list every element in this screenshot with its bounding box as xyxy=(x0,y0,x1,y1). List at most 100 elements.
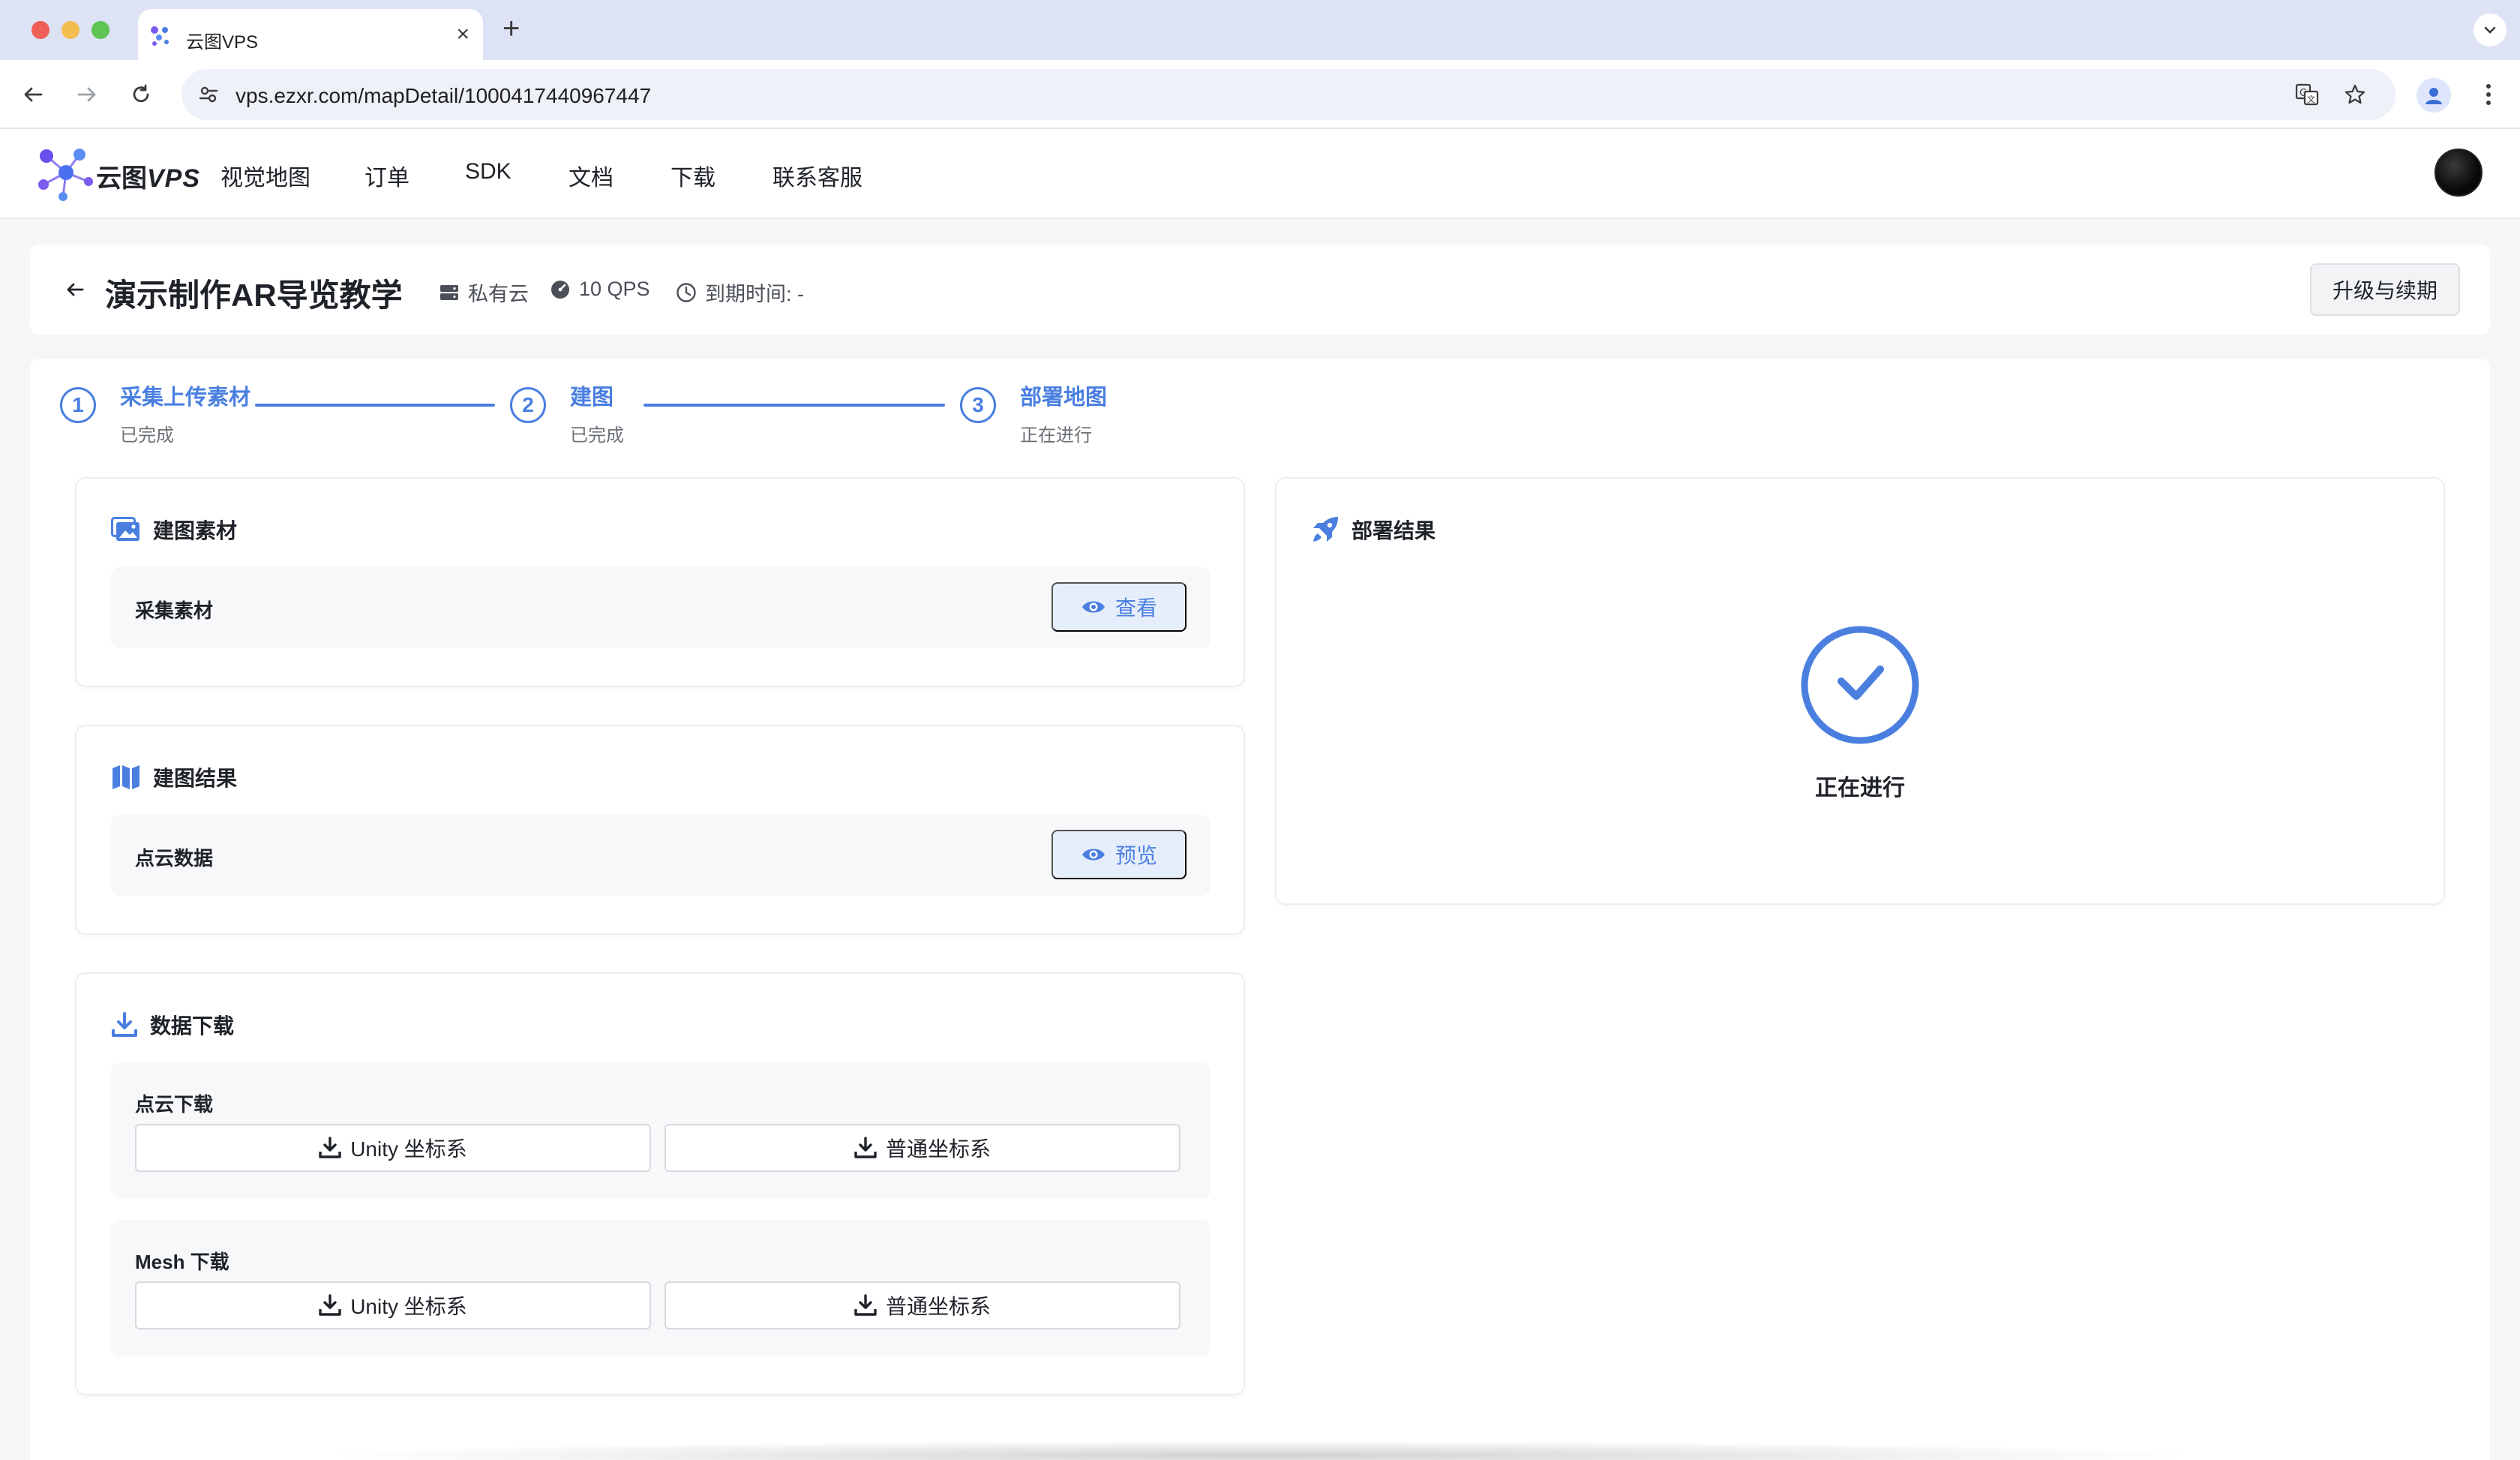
logo-icon[interactable] xyxy=(33,143,98,206)
downloads-header: 数据下载 xyxy=(111,1010,234,1040)
nav-docs[interactable]: 文档 xyxy=(568,159,614,192)
logo-text-cn: 云图 xyxy=(96,164,147,193)
map-title-card: 返回 演示制作AR导览教学 私有云 10 QPS 到期时间: - 升级与续期 xyxy=(30,245,2490,335)
nav-contact-support[interactable]: 联系客服 xyxy=(772,159,862,192)
materials-title: 建图素材 xyxy=(153,519,238,542)
close-window-button[interactable] xyxy=(32,21,50,39)
point-cloud-standard-label: 普通坐标系 xyxy=(885,1137,991,1161)
step-1-status: 已完成 xyxy=(120,425,174,446)
qps-badge: 10 QPS xyxy=(549,278,650,301)
url-text: vps.ezxr.com/mapDetail/1000417440967447 xyxy=(236,84,652,107)
nav-download[interactable]: 下载 xyxy=(670,159,716,192)
point-cloud-standard-download-button[interactable]: 普通坐标系 xyxy=(664,1124,1180,1172)
cloud-type-badge: 私有云 xyxy=(438,278,529,307)
check-circle-icon xyxy=(1801,626,1919,744)
tab-title: 云图VPS xyxy=(186,32,259,53)
point-cloud-unity-label: Unity 坐标系 xyxy=(350,1137,467,1161)
rocket-icon xyxy=(1313,517,1338,542)
translate-icon[interactable]: G文 xyxy=(2292,80,2322,110)
upgrade-renew-button[interactable]: 升级与续期 xyxy=(2310,263,2460,316)
deploy-result-panel: 部署结果 正在进行 xyxy=(1275,477,2445,905)
map-result-row-label: 点云数据 xyxy=(135,847,214,870)
deploy-status-block: 正在进行 xyxy=(1276,624,2444,802)
point-cloud-download-group: 点云下载 Unity 坐标系 普通坐标系 xyxy=(111,1062,1210,1199)
mesh-unity-label: Unity 坐标系 xyxy=(350,1295,467,1318)
step-2-number: 2 xyxy=(510,387,546,423)
clock-icon xyxy=(676,282,696,302)
step-3-title: 部署地图 xyxy=(1020,386,1108,410)
minimize-window-button[interactable] xyxy=(62,21,80,39)
map-detail-main: 1 采集上传素材 已完成 2 建图 已完成 3 部署地图 正在进行 建图素材 采… xyxy=(30,359,2490,1460)
nav-orders[interactable]: 订单 xyxy=(364,159,410,192)
map-result-header: 建图结果 xyxy=(111,762,237,792)
materials-row: 采集素材 查看 xyxy=(111,567,1210,648)
view-materials-button[interactable]: 查看 xyxy=(1052,582,1186,632)
maximize-window-button[interactable] xyxy=(92,21,110,39)
deploy-result-header: 部署结果 xyxy=(1311,515,1436,545)
svg-text:文: 文 xyxy=(2307,94,2315,104)
step-1-title: 采集上传素材 xyxy=(120,386,251,410)
step-1-number: 1 xyxy=(60,387,96,423)
preview-label: 预览 xyxy=(1114,844,1157,867)
deploy-status-text: 正在进行 xyxy=(1815,776,1905,801)
browser-tab-bar: 云图VPS × + xyxy=(0,0,2520,60)
download-icon xyxy=(854,1137,877,1158)
qps-text: 10 QPS xyxy=(579,278,650,300)
close-tab-icon[interactable]: × xyxy=(456,21,470,48)
deploy-result-title: 部署结果 xyxy=(1352,519,1436,542)
expire-badge: 到期时间: - xyxy=(675,278,804,307)
download-icon xyxy=(319,1294,341,1316)
nav-visual-map[interactable]: 视觉地图 xyxy=(220,159,310,192)
logo-text[interactable]: 云图VPS xyxy=(96,158,200,194)
user-avatar[interactable] xyxy=(2434,149,2482,197)
downloads-title: 数据下载 xyxy=(150,1014,235,1038)
download-icon xyxy=(112,1012,137,1037)
map-result-row: 点云数据 预览 xyxy=(111,815,1210,896)
back-button[interactable]: 返回 xyxy=(60,275,90,305)
download-icon xyxy=(854,1294,877,1316)
reload-icon[interactable] xyxy=(126,80,156,110)
expire-text: 到期时间: - xyxy=(705,283,804,305)
step-2-status: 已完成 xyxy=(570,425,624,446)
mesh-download-label: Mesh 下载 xyxy=(135,1251,230,1273)
browser-menu-icon[interactable] xyxy=(2474,80,2504,110)
mesh-standard-download-button[interactable]: 普通坐标系 xyxy=(664,1281,1180,1329)
view-materials-label: 查看 xyxy=(1114,596,1157,620)
forward-arrow-icon[interactable] xyxy=(72,80,102,110)
bookmark-star-icon[interactable] xyxy=(2340,80,2370,110)
point-cloud-unity-download-button[interactable]: Unity 坐标系 xyxy=(135,1124,651,1172)
back-arrow-icon[interactable] xyxy=(18,80,48,110)
browser-toolbar: vps.ezxr.com/mapDetail/1000417440967447 … xyxy=(0,60,2520,129)
map-result-title: 建图结果 xyxy=(153,767,238,790)
download-icon xyxy=(319,1137,341,1158)
mesh-unity-download-button[interactable]: Unity 坐标系 xyxy=(135,1281,651,1329)
materials-row-label: 采集素材 xyxy=(135,599,214,622)
step-3-number: 3 xyxy=(960,387,996,423)
materials-header: 建图素材 xyxy=(111,515,237,545)
eye-icon xyxy=(1082,849,1105,861)
mesh-download-group: Mesh 下载 Unity 坐标系 普通坐标系 xyxy=(111,1220,1210,1356)
tab-search-chevron-icon[interactable] xyxy=(2474,14,2506,47)
profile-icon[interactable] xyxy=(2416,78,2451,113)
bottom-fade-shadow xyxy=(315,1440,2205,1460)
logo-text-latin: VPS xyxy=(147,164,201,193)
eye-icon xyxy=(1082,601,1105,613)
site-header: 云图VPS 视觉地图 订单 SDK 文档 下载 联系客服 xyxy=(0,129,2520,219)
nav-sdk[interactable]: SDK xyxy=(465,159,512,185)
map-result-panel: 建图结果 点云数据 预览 xyxy=(75,725,1245,935)
new-tab-icon[interactable]: + xyxy=(502,14,520,44)
preview-point-cloud-button[interactable]: 预览 xyxy=(1052,830,1186,879)
downloads-panel: 数据下载 点云下载 Unity 坐标系 普通坐标系 Mesh 下载 Unity … xyxy=(75,972,1245,1395)
materials-panel: 建图素材 采集素材 查看 xyxy=(75,477,1245,687)
site-info-icon[interactable] xyxy=(194,80,224,110)
map-icon xyxy=(112,765,140,789)
site-favicon-icon xyxy=(151,26,169,46)
mesh-standard-label: 普通坐标系 xyxy=(885,1295,991,1318)
browser-tab[interactable]: 云图VPS × xyxy=(138,9,483,60)
address-bar[interactable]: vps.ezxr.com/mapDetail/1000417440967447 … xyxy=(182,69,2396,120)
step-connector xyxy=(644,404,945,407)
page-title: 演示制作AR导览教学 xyxy=(105,278,403,313)
gauge-icon xyxy=(551,280,569,299)
cloud-type-text: 私有云 xyxy=(468,283,529,305)
server-icon xyxy=(440,284,458,300)
